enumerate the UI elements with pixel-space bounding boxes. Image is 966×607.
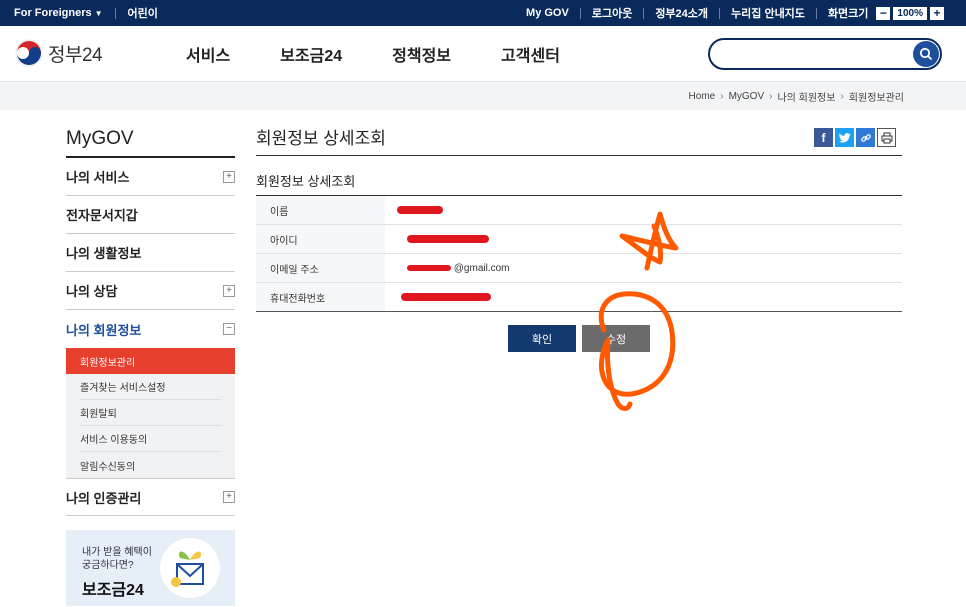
search-input[interactable]	[722, 46, 912, 62]
expand-plus-icon[interactable]: +	[223, 170, 235, 183]
divider	[579, 7, 581, 19]
banner-brand: 보조금24	[82, 582, 144, 599]
email-value: @gmail.com	[385, 253, 902, 283]
search-button[interactable]	[913, 41, 939, 67]
edit-button[interactable]: 수정	[582, 325, 650, 352]
sidebar-item-life-info[interactable]: 나의 생활정보	[66, 234, 235, 272]
sidebar-item-my-services[interactable]: 나의 서비스 +	[66, 158, 235, 196]
redaction-mark	[397, 205, 443, 214]
banner-question: 내가 받을 혜택이 궁금하다면?	[82, 546, 152, 572]
submenu-notification-consent[interactable]: 알림수신동의	[80, 452, 221, 478]
breadcrumb: Home › MyGOV › 나의 회원정보 › 회원정보관리	[689, 82, 904, 110]
sidebar-submenu: 회원정보관리 즐겨찾는 서비스설정 회원탈퇴 서비스 이용동의 알림수신동의	[66, 348, 235, 478]
zoom-value: 100%	[893, 6, 927, 20]
confirm-button[interactable]: 확인	[508, 325, 576, 352]
nav-subsidy24[interactable]: 보조금24	[280, 42, 342, 66]
sidebar: MyGOV 나의 서비스 + 전자문서지갑 나의 생활정보 나의 상담 + 나의…	[66, 124, 235, 606]
nav-services[interactable]: 서비스	[186, 42, 230, 66]
breadcrumb-current: 회원정보관리	[848, 92, 904, 104]
logout-link[interactable]: 로그아웃	[592, 5, 632, 21]
submenu-member-info-manage[interactable]: 회원정보관리	[66, 348, 235, 374]
table-row: 휴대전화번호	[256, 282, 902, 312]
page-title: 회원정보 상세조회	[256, 124, 902, 156]
about-gov24-link[interactable]: 정부24소개	[655, 5, 708, 21]
divider	[719, 7, 721, 19]
breadcrumb-my-member-info[interactable]: 나의 회원정보	[777, 89, 835, 104]
name-value	[385, 195, 902, 225]
sidebar-item-label: 나의 생활정보	[66, 246, 142, 261]
submenu-favorite-services[interactable]: 즐겨찾는 서비스설정	[80, 374, 221, 400]
zoom-out-button[interactable]: −	[876, 6, 891, 20]
sidebar-title: MyGOV	[66, 124, 235, 158]
sidebar-item-label: 나의 인증관리	[66, 490, 142, 506]
sitemap-link[interactable]: 누리집 안내지도	[731, 5, 805, 21]
sidebar-item-document-wallet[interactable]: 전자문서지갑	[66, 196, 235, 234]
sidebar-item-label: 나의 회원정보	[66, 322, 142, 338]
divider	[815, 7, 817, 19]
phone-label: 휴대전화번호	[256, 282, 385, 312]
twitter-share-icon[interactable]	[835, 128, 854, 147]
screen-size-label: 화면크기	[827, 8, 869, 20]
breadcrumb-band: Home › MyGOV › 나의 회원정보 › 회원정보관리	[0, 82, 966, 110]
facebook-share-icon[interactable]: f	[814, 128, 833, 147]
top-utility-bar: For Foreigners ▼ 어린이 My GOV 로그아웃 정부24소개 누…	[0, 0, 966, 26]
expand-plus-icon[interactable]: +	[223, 491, 235, 503]
sidebar-item-auth-manage[interactable]: 나의 인증관리 +	[66, 478, 235, 516]
divider	[114, 7, 116, 19]
caret-down-icon: ▼	[94, 9, 103, 18]
email-label: 이메일 주소	[256, 253, 385, 283]
chevron-right-icon: ›	[720, 90, 724, 102]
table-row: 이메일 주소 @gmail.com	[256, 253, 902, 283]
sidebar-item-label: 전자문서지갑	[66, 208, 138, 223]
search-icon	[919, 47, 933, 61]
gift-box-icon	[160, 538, 220, 598]
breadcrumb-home[interactable]: Home	[689, 91, 716, 102]
main-nav: 서비스 보조금24 정책정보 고객센터	[186, 26, 610, 82]
redaction-mark	[407, 234, 489, 243]
sidebar-item-label: 나의 상담	[66, 284, 118, 299]
member-info-table: 이름 아이디 이메일 주소 @gmail.com 휴대전화번호	[256, 195, 902, 312]
action-buttons: 확인 수정	[508, 325, 650, 352]
id-label: 아이디	[256, 224, 385, 254]
phone-value	[385, 282, 902, 312]
chevron-right-icon: ›	[769, 90, 773, 102]
gov24-logo[interactable]: 정부24	[14, 38, 103, 68]
redaction-mark	[401, 292, 491, 301]
print-icon[interactable]	[877, 128, 896, 147]
sidebar-item-label: 나의 서비스	[66, 170, 130, 185]
banner-question-line: 내가 받을 혜택이	[82, 547, 152, 558]
kids-link[interactable]: 어린이	[128, 5, 158, 21]
nav-policy-info[interactable]: 정책정보	[392, 42, 451, 66]
email-domain-text: @gmail.com	[453, 262, 510, 274]
section-title: 회원정보 상세조회	[256, 174, 356, 189]
redaction-mark	[407, 264, 451, 271]
table-row: 아이디	[256, 224, 902, 254]
name-label: 이름	[256, 195, 385, 225]
main-content: 회원정보 상세조회 f 회원정보 상세조회 이름 아이디 이메일 주소 @gma…	[256, 124, 902, 352]
zoom-in-button[interactable]: +	[930, 6, 944, 20]
search-box	[708, 38, 942, 70]
mygov-link[interactable]: My GOV	[526, 7, 569, 19]
link-copy-icon[interactable]	[856, 128, 875, 147]
subsidy24-banner[interactable]: 내가 받을 혜택이 궁금하다면? 보조금24	[66, 530, 235, 606]
breadcrumb-mygov[interactable]: MyGOV	[729, 91, 765, 102]
nav-customer-center[interactable]: 고객센터	[501, 42, 560, 66]
zoom-control: − 100% +	[876, 6, 944, 20]
id-value	[385, 224, 902, 254]
banner-question-line: 궁금하다면?	[82, 560, 134, 571]
submenu-withdraw[interactable]: 회원탈퇴	[80, 400, 221, 426]
table-row: 이름	[256, 195, 902, 225]
chevron-right-icon: ›	[840, 90, 844, 102]
taegeuk-logo-icon	[15, 39, 43, 67]
sidebar-item-member-info[interactable]: 나의 회원정보 −	[66, 310, 235, 348]
site-header: 정부24 서비스 보조금24 정책정보 고객센터	[0, 26, 966, 82]
for-foreigners-link[interactable]: For Foreigners ▼	[14, 7, 103, 19]
submenu-service-consent[interactable]: 서비스 이용동의	[80, 426, 221, 452]
share-buttons: f	[814, 128, 896, 147]
expand-plus-icon[interactable]: +	[223, 284, 235, 297]
divider	[643, 7, 645, 19]
collapse-minus-icon[interactable]: −	[223, 323, 235, 335]
logo-text: 정부24	[48, 44, 103, 66]
sidebar-item-consultation[interactable]: 나의 상담 +	[66, 272, 235, 310]
